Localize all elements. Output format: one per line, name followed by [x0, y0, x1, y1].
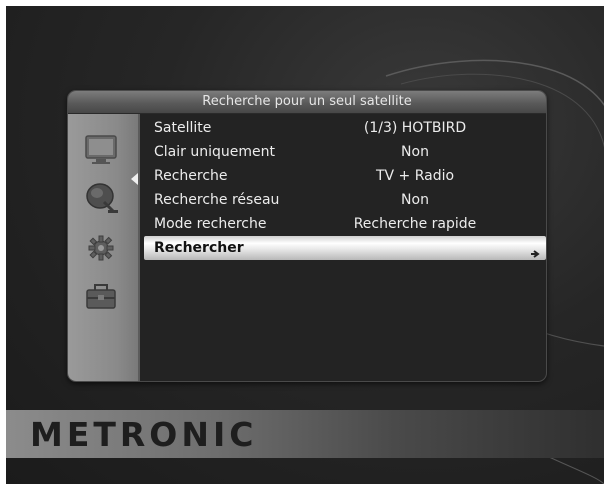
menu-label: Satellite	[154, 120, 212, 136]
menu-row-mode-recherche[interactable]: Mode recherche Recherche rapide	[140, 212, 546, 236]
menu-row-recherche-reseau[interactable]: Recherche réseau Non	[140, 188, 546, 212]
brand-logo: METRONIC	[30, 415, 258, 454]
menu-value: TV + Radio	[375, 168, 455, 184]
menu-label: Mode recherche	[154, 216, 267, 232]
menu-label: Clair uniquement	[154, 144, 275, 160]
satellite-dish-icon[interactable]	[82, 180, 120, 216]
menu-value: Non	[401, 144, 429, 160]
tv-icon[interactable]	[82, 132, 120, 168]
menu-label: Recherche	[154, 168, 228, 184]
arrow-right-icon	[530, 243, 540, 258]
settings-gear-icon[interactable]	[82, 230, 120, 266]
sidebar	[68, 114, 140, 381]
search-panel: Recherche pour un seul satellite Satelli…	[67, 90, 547, 382]
menu-value: Non	[401, 192, 429, 208]
settings-menu: Satellite (1/3) HOTBIRD Clair uniquement…	[140, 116, 546, 260]
menu-label: Rechercher	[154, 240, 244, 256]
menu-value: Recherche rapide	[353, 216, 477, 232]
menu-label: Recherche réseau	[154, 192, 280, 208]
panel-title: Recherche pour un seul satellite	[68, 91, 546, 114]
menu-row-rechercher[interactable]: Rechercher	[144, 236, 546, 260]
menu-row-satellite[interactable]: Satellite (1/3) HOTBIRD	[140, 116, 546, 140]
toolbox-icon[interactable]	[82, 278, 120, 314]
menu-row-recherche[interactable]: Recherche TV + Radio	[140, 164, 546, 188]
menu-row-clair-uniquement[interactable]: Clair uniquement Non	[140, 140, 546, 164]
menu-value: (1/3) HOTBIRD	[363, 120, 467, 136]
tv-screen: Recherche pour un seul satellite Satelli…	[6, 6, 604, 484]
sidebar-pointer-arrow-icon	[131, 173, 138, 185]
